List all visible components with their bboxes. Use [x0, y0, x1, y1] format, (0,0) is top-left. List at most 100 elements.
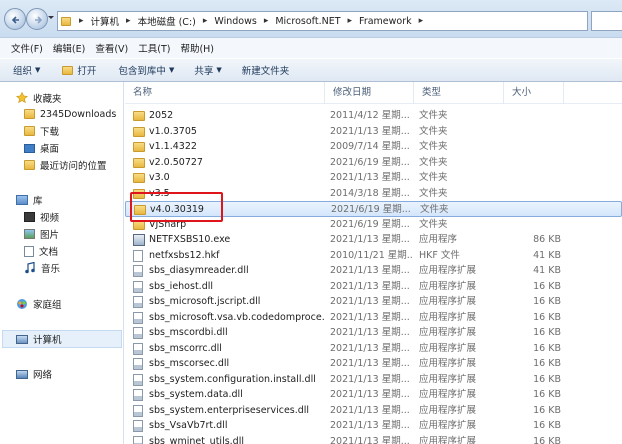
- new-folder-button[interactable]: 新建文件夹: [235, 60, 297, 80]
- menu-tools[interactable]: 工具(T): [133, 41, 175, 55]
- chevron-right-icon[interactable]: ▸: [198, 16, 213, 26]
- dll-file-icon: [133, 311, 143, 324]
- dropdown-arrow-icon: ▼: [168, 66, 175, 74]
- file-type: 文件夹: [419, 156, 448, 168]
- file-type: 应用程序扩展: [419, 358, 477, 369]
- dll-file-icon: [133, 358, 143, 370]
- file-type: 文件夹: [419, 172, 448, 183]
- forward-arrow-icon: [35, 16, 43, 24]
- file-type: 应用程序扩展: [419, 389, 477, 400]
- file-row[interactable]: sbs_system.enterpriseservices.dll 2021/1/…: [125, 403, 622, 419]
- videos-icon: [24, 212, 35, 222]
- file-list: 2052 2011/4/12 星期... 文件夹 v1.0.3705 2021/1/13…: [125, 104, 622, 444]
- file-date: 2009/7/14 星期...: [330, 141, 410, 152]
- nav-favorites[interactable]: 收藏夹: [16, 90, 62, 106]
- nav-music[interactable]: 音乐: [24, 260, 60, 276]
- file-row[interactable]: sbs_system.configuration.install.dll 2021…: [125, 372, 622, 388]
- nav-downloads[interactable]: 下载: [24, 123, 59, 139]
- nav-pictures[interactable]: 图片: [24, 226, 59, 242]
- chevron-right-icon[interactable]: ▸: [343, 16, 358, 26]
- file-size: 16 KB: [533, 435, 561, 444]
- file-size: 16 KB: [533, 358, 561, 369]
- file-row[interactable]: sbs_mscordbi.dll 2021/1/13 星期... 应用程序扩展 16 …: [125, 325, 622, 341]
- file-name: sbs_mscordbi.dll: [149, 327, 228, 338]
- nav-2345downloads[interactable]: 2345Downloads: [24, 106, 116, 122]
- chevron-right-icon[interactable]: ▸: [259, 16, 274, 26]
- breadcrumb-computer[interactable]: 计算机: [89, 12, 122, 30]
- file-date: 2014/3/18 星期...: [330, 187, 410, 199]
- dll-file-icon: [133, 389, 143, 401]
- breadcrumb-windows[interactable]: Windows: [212, 12, 258, 30]
- file-name: NETFXSBS10.exe: [149, 234, 231, 245]
- file-row[interactable]: sbs_wminet_utils.dll 2021/1/13 星期... 应用程序扩…: [125, 434, 622, 444]
- column-header-type[interactable]: 类型: [414, 82, 504, 104]
- file-date: 2021/6/19 星期...: [330, 218, 410, 230]
- music-icon: [25, 262, 35, 274]
- column-header-size[interactable]: 大小: [504, 82, 564, 104]
- file-row[interactable]: v3.0 2021/1/13 星期... 文件夹: [125, 170, 622, 186]
- file-type: 文件夹: [419, 218, 448, 230]
- back-button[interactable]: [4, 8, 26, 30]
- file-size: 16 KB: [533, 420, 561, 431]
- address-box[interactable]: ▸ 计算机 ▸ 本地磁盘 (C:) ▸ Windows ▸ Microsoft.…: [57, 11, 588, 31]
- chevron-right-icon[interactable]: ▸: [121, 16, 136, 26]
- history-dropdown-icon[interactable]: [48, 15, 54, 21]
- file-row[interactable]: v2.0.50727 2021/6/19 星期... 文件夹: [125, 155, 622, 171]
- file-row[interactable]: 2052 2011/4/12 星期... 文件夹: [125, 108, 622, 124]
- file-type: 应用程序扩展: [419, 342, 477, 354]
- menu-edit[interactable]: 编辑(E): [48, 41, 90, 55]
- nav-videos[interactable]: 视频: [24, 209, 59, 225]
- file-size: 16 KB: [533, 327, 561, 338]
- share-button[interactable]: 共享 ▼: [187, 60, 228, 80]
- dll-file-icon: [133, 327, 143, 339]
- file-row[interactable]: sbs_mscorsec.dll 2021/1/13 星期... 应用程序扩展 16 …: [125, 356, 622, 372]
- file-date: 2021/1/13 星期...: [330, 420, 410, 431]
- breadcrumb-microsoft-net[interactable]: Microsoft.NET: [273, 12, 342, 30]
- file-row[interactable]: sbs_microsoft.jscript.dll 2021/1/13 星期...…: [125, 294, 622, 310]
- file-row[interactable]: netfxsbs12.hkf 2010/11/21 星期... HKF 文件 41 K…: [125, 248, 622, 264]
- breadcrumb-framework[interactable]: Framework: [357, 12, 414, 30]
- file-type: 文件夹: [419, 187, 448, 199]
- file-row[interactable]: sbs_iehost.dll 2021/1/13 星期... 应用程序扩展 16 KB: [125, 279, 622, 295]
- file-size: 16 KB: [533, 389, 561, 400]
- file-date: 2021/1/13 星期...: [330, 327, 410, 338]
- nav-recent-places[interactable]: 最近访问的位置: [24, 157, 107, 173]
- open-button[interactable]: 打开: [55, 60, 103, 80]
- file-date: 2021/1/13 星期...: [330, 435, 410, 444]
- file-type: 应用程序: [419, 234, 458, 245]
- nav-documents[interactable]: 文档: [24, 243, 58, 259]
- nav-homegroup[interactable]: 家庭组: [16, 296, 62, 312]
- file-row[interactable]: v1.1.4322 2009/7/14 星期... 文件夹: [125, 139, 622, 155]
- column-header-date[interactable]: 修改日期: [325, 82, 414, 104]
- file-row[interactable]: NETFXSBS10.exe 2021/1/13 星期... 应用程序 86 KB: [125, 232, 622, 248]
- file-type: HKF 文件: [419, 249, 460, 261]
- file-row[interactable]: v1.0.3705 2021/1/13 星期... 文件夹: [125, 124, 622, 140]
- file-name: sbs_VsaVb7rt.dll: [149, 420, 228, 431]
- menu-file[interactable]: 文件(F): [6, 41, 48, 55]
- search-input[interactable]: [591, 11, 622, 31]
- nav-network[interactable]: 网络: [16, 366, 52, 382]
- include-in-library-button[interactable]: 包含到库中 ▼: [111, 60, 181, 80]
- chevron-right-icon[interactable]: ▸: [414, 16, 429, 26]
- nav-libraries[interactable]: 库: [16, 192, 43, 208]
- nav-music-label: 音乐: [41, 264, 61, 275]
- file-size: 41 KB: [533, 265, 561, 276]
- nav-computer[interactable]: 计算机: [16, 331, 62, 347]
- menu-view[interactable]: 查看(V): [90, 41, 133, 55]
- forward-button[interactable]: [26, 8, 48, 30]
- file-row[interactable]: sbs_diasymreader.dll 2021/1/13 星期... 应用程序扩…: [125, 263, 622, 279]
- dll-file-icon: [133, 435, 143, 444]
- chevron-right-icon[interactable]: ▸: [74, 16, 89, 26]
- menu-help[interactable]: 帮助(H): [175, 41, 219, 55]
- file-row[interactable]: sbs_microsoft.vsa.vb.codedomproce... 2021…: [125, 310, 622, 326]
- nav-desktop[interactable]: 桌面: [24, 140, 59, 156]
- file-row[interactable]: sbs_mscorrc.dll 2021/1/13 星期... 应用程序扩展 16 K…: [125, 341, 622, 357]
- organize-button[interactable]: 组织 ▼: [6, 60, 47, 80]
- file-row[interactable]: sbs_VsaVb7rt.dll 2021/1/13 星期... 应用程序扩展 16 …: [125, 418, 622, 434]
- file-row[interactable]: sbs_system.data.dll 2021/1/13 星期... 应用程序扩展…: [125, 387, 622, 403]
- folder-icon: [133, 157, 145, 168]
- column-header-name[interactable]: 名称: [125, 82, 325, 104]
- breadcrumb-local-disk[interactable]: 本地磁盘 (C:): [136, 12, 198, 30]
- menu-bar: 文件(F) 编辑(E) 查看(V) 工具(T) 帮助(H): [0, 38, 622, 58]
- pictures-icon: [24, 229, 35, 239]
